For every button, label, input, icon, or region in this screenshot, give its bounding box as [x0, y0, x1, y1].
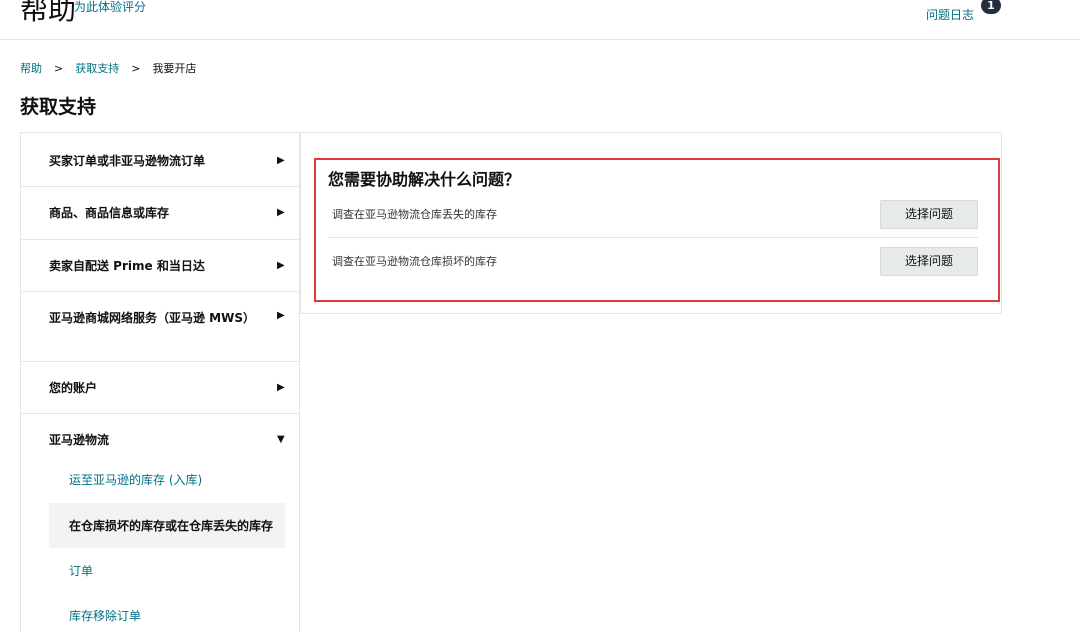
breadcrumb-get-support[interactable]: 获取支持 — [75, 62, 119, 75]
chevron-right-icon: ▶ — [277, 207, 285, 218]
chevron-right-icon: ▶ — [277, 310, 285, 321]
breadcrumb: 帮助 > 获取支持 > 我要开店 — [20, 60, 196, 76]
sidebar-item-account[interactable]: 您的账户 ▶ — [21, 362, 299, 414]
sidebar-subitem-label: 运至亚马逊的库存 (入库) — [69, 473, 203, 487]
sidebar-subitem-label: 在仓库损坏的库存或在仓库丢失的库存 — [69, 519, 274, 533]
question-title: 您需要协助解决什么问题？ — [328, 170, 521, 189]
sidebar-item-label: 您的账户 — [49, 381, 98, 395]
top-bar: 帮助 为此体验评分 问题日志 1 — [0, 0, 1080, 40]
chevron-right-icon: ▶ — [277, 382, 285, 393]
chevron-right-icon: ▶ — [277, 260, 285, 271]
sidebar-subitem-damaged-lost[interactable]: 在仓库损坏的库存或在仓库丢失的库存 — [49, 503, 285, 548]
issue-text: 调查在亚马逊物流仓库丢失的库存 — [332, 208, 497, 221]
issue-log-badge[interactable]: 1 — [981, 0, 1001, 14]
chevron-right-icon: ▶ — [277, 155, 285, 166]
select-issue-button[interactable]: 选择问题 — [880, 200, 978, 229]
page-title: 获取支持 — [20, 96, 97, 118]
breadcrumb-current: 我要开店 — [152, 62, 197, 75]
sidebar-subitem-label: 库存移除订单 — [69, 609, 142, 623]
breadcrumb-help[interactable]: 帮助 — [20, 62, 42, 75]
sidebar-item-products[interactable]: 商品、商品信息或库存 ▶ — [21, 187, 299, 240]
sidebar-item-mws[interactable]: 亚马逊商城网络服务（亚马逊 MWS） ▶ — [21, 292, 299, 362]
issue-text: 调查在亚马逊物流仓库损坏的库存 — [332, 255, 497, 268]
issue-log-link[interactable]: 问题日志 — [926, 6, 974, 23]
sidebar-item-label: 亚马逊商城网络服务（亚马逊 MWS） — [49, 311, 255, 325]
sidebar-item-buyer-orders[interactable]: 买家订单或非亚马逊物流订单 ▶ — [21, 133, 299, 187]
divider — [328, 237, 978, 238]
sidebar-item-label: 买家订单或非亚马逊物流订单 — [49, 154, 206, 168]
sidebar-item-label: 商品、商品信息或库存 — [49, 206, 170, 220]
sidebar: 买家订单或非亚马逊物流订单 ▶ 商品、商品信息或库存 ▶ 卖家自配送 Prime… — [20, 132, 300, 632]
breadcrumb-separator: > — [54, 62, 64, 75]
sidebar-subitem-label: 订单 — [69, 564, 94, 578]
chevron-down-icon: ▼ — [277, 434, 285, 445]
sidebar-subitem-orders[interactable]: 订单 — [49, 548, 285, 593]
issue-row-lost: 调查在亚马逊物流仓库丢失的库存 选择问题 — [328, 200, 978, 238]
help-title: 帮助 — [20, 0, 77, 26]
select-issue-button[interactable]: 选择问题 — [880, 247, 978, 276]
sidebar-subitem-removal-orders[interactable]: 库存移除订单 — [49, 593, 285, 638]
sidebar-subitem-inbound[interactable]: 运至亚马逊的库存 (入库) — [49, 457, 285, 502]
issue-row-damaged: 调查在亚马逊物流仓库损坏的库存 选择问题 — [328, 247, 978, 285]
sidebar-item-label: 亚马逊物流 — [49, 433, 110, 447]
breadcrumb-separator: > — [131, 62, 141, 75]
sidebar-item-seller-prime[interactable]: 卖家自配送 Prime 和当日达 ▶ — [21, 240, 299, 292]
rate-experience-link[interactable]: 为此体验评分 — [74, 0, 146, 15]
sidebar-item-label: 卖家自配送 Prime 和当日达 — [49, 259, 205, 273]
